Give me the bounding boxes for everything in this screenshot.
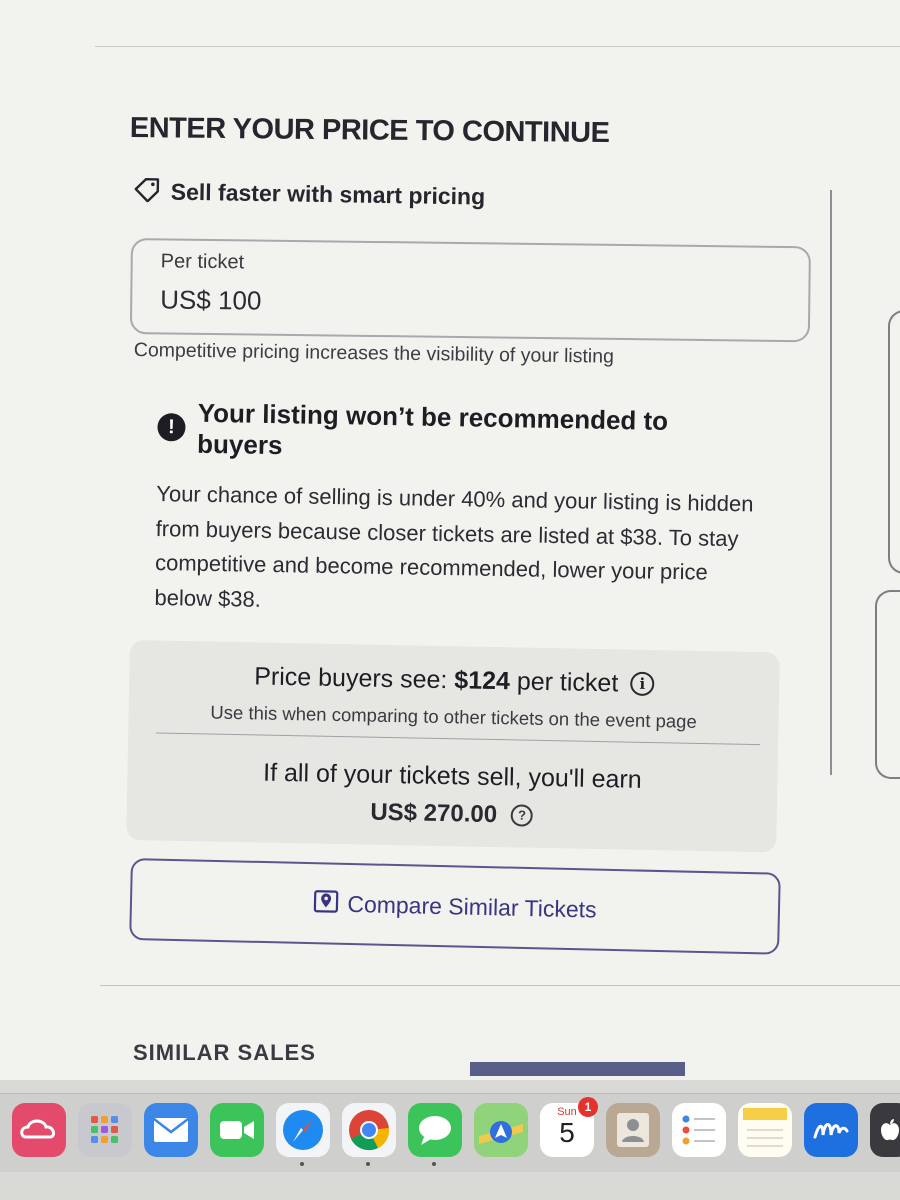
freeform-icon[interactable] [804, 1103, 858, 1157]
side-panel-border [830, 190, 832, 775]
chrome-icon[interactable] [342, 1103, 396, 1157]
side-card-2 [875, 590, 900, 779]
earn-label: If all of your tickets sell, you'll earn [262, 758, 642, 794]
pricing-hint: Competitive pricing increases the visibi… [133, 339, 615, 368]
divider-top [95, 46, 900, 47]
price-field-value[interactable]: US$ 100 [160, 284, 262, 316]
buyer-price-suffix: per ticket [509, 667, 619, 698]
similar-sales-chart-strip [470, 1062, 685, 1076]
smart-pricing-row: Sell faster with smart pricing [133, 176, 486, 213]
compare-button-label: Compare Similar Tickets [347, 890, 597, 923]
contacts-icon[interactable] [606, 1103, 660, 1157]
messages-running-dot [432, 1162, 436, 1166]
buyer-price-note: Use this when comparing to other tickets… [210, 701, 697, 732]
mail-icon[interactable] [144, 1103, 198, 1157]
chrome-running-dot [366, 1162, 370, 1166]
buyer-price-value: $124 [454, 666, 511, 696]
earn-row: US$ 270.00? [127, 794, 777, 834]
calendar-icon[interactable]: Sun 5 1 [540, 1097, 598, 1157]
compare-similar-tickets-button[interactable]: Compare Similar Tickets [129, 858, 781, 955]
similar-sales-heading: SIMILAR SALES [133, 1040, 316, 1065]
warning-body: Your chance of selling is under 40% and … [154, 480, 754, 612]
reminders-icon[interactable] [672, 1103, 726, 1157]
tag-icon [133, 176, 161, 207]
launchpad-icon[interactable] [78, 1103, 132, 1157]
calendar-date: 5 [559, 1117, 575, 1148]
buyer-price-prefix: Price buyers see: [254, 662, 455, 695]
notes-icon[interactable] [738, 1103, 792, 1157]
help-icon[interactable]: ? [510, 804, 534, 827]
messages-icon[interactable] [408, 1103, 462, 1157]
info-icon[interactable]: i [630, 671, 655, 697]
facetime-icon[interactable] [210, 1103, 264, 1157]
summary-divider [156, 732, 761, 746]
listing-warning: ! Your listing won’t be recommended to b… [154, 397, 778, 612]
warning-icon: ! [157, 412, 186, 442]
price-summary-card: Price buyers see: $124 per ticket i Use t… [126, 640, 780, 853]
safari-icon[interactable] [276, 1103, 330, 1157]
map-pin-icon [313, 888, 340, 920]
warning-title: Your listing won’t be recommended to buy… [196, 397, 669, 461]
smart-pricing-label: Sell faster with smart pricing [170, 178, 486, 210]
maps-icon[interactable] [474, 1103, 528, 1157]
price-field-label: Per ticket [160, 250, 245, 274]
browser-screen: ENTER YOUR PRICE TO CONTINUE Sell faster… [0, 0, 900, 1080]
buyer-price-row: Price buyers see: $124 per ticket i [129, 660, 779, 701]
divider-bottom [100, 985, 900, 986]
price-per-ticket-input[interactable]: Per ticket US$ 100 [129, 238, 811, 343]
calendar-badge: 1 [578, 1097, 598, 1117]
section-heading: ENTER YOUR PRICE TO CONTINUE [129, 112, 610, 150]
apple-icon[interactable] [870, 1103, 900, 1157]
safari-running-dot [300, 1162, 304, 1166]
creative-cloud-icon[interactable] [12, 1103, 66, 1157]
earn-value: US$ 270.00 [370, 798, 498, 829]
side-card-1 [888, 310, 900, 574]
